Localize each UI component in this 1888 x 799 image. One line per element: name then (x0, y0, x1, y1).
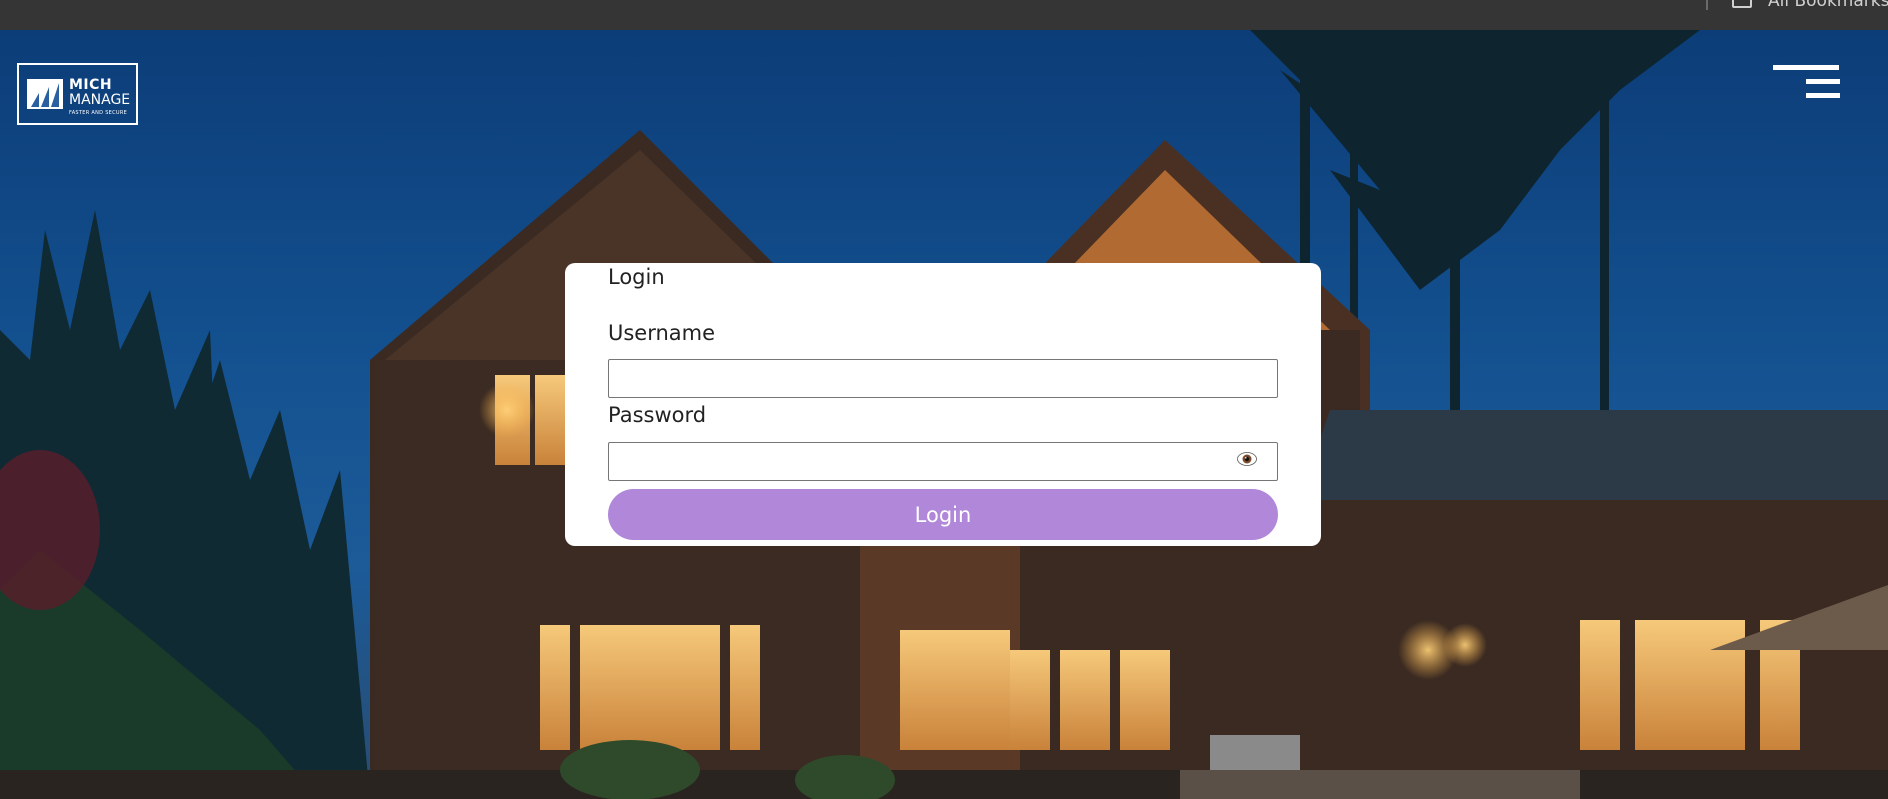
hamburger-icon (1773, 65, 1839, 70)
hamburger-menu-button[interactable] (1770, 62, 1840, 102)
mich-manage-logo[interactable]: MICH MANAGE FASTER AND SECURE (17, 63, 138, 125)
login-button[interactable]: Login (608, 489, 1278, 540)
logo-text-manage: MANAGE (69, 92, 131, 108)
all-bookmarks-link[interactable]: All Bookmarks (1768, 0, 1888, 11)
username-label: Username (608, 321, 716, 345)
login-title: Login (608, 265, 665, 289)
login-card: Login Username Password Login (565, 263, 1321, 546)
browser-toolbar: All Bookmarks (0, 0, 1888, 30)
logo-text-mich: MICH (69, 77, 113, 93)
hamburger-icon-line-2 (1806, 79, 1840, 84)
bookmarks-folder-icon[interactable] (1732, 0, 1752, 8)
hamburger-icon-line-3 (1806, 93, 1840, 98)
eye-icon[interactable] (1237, 452, 1257, 466)
password-label: Password (608, 403, 707, 427)
building-logo-icon (27, 79, 63, 109)
username-input[interactable] (608, 359, 1278, 398)
password-input[interactable] (608, 442, 1278, 481)
logo-tagline: FASTER AND SECURE (69, 110, 128, 116)
toolbar-divider (1706, 0, 1708, 10)
